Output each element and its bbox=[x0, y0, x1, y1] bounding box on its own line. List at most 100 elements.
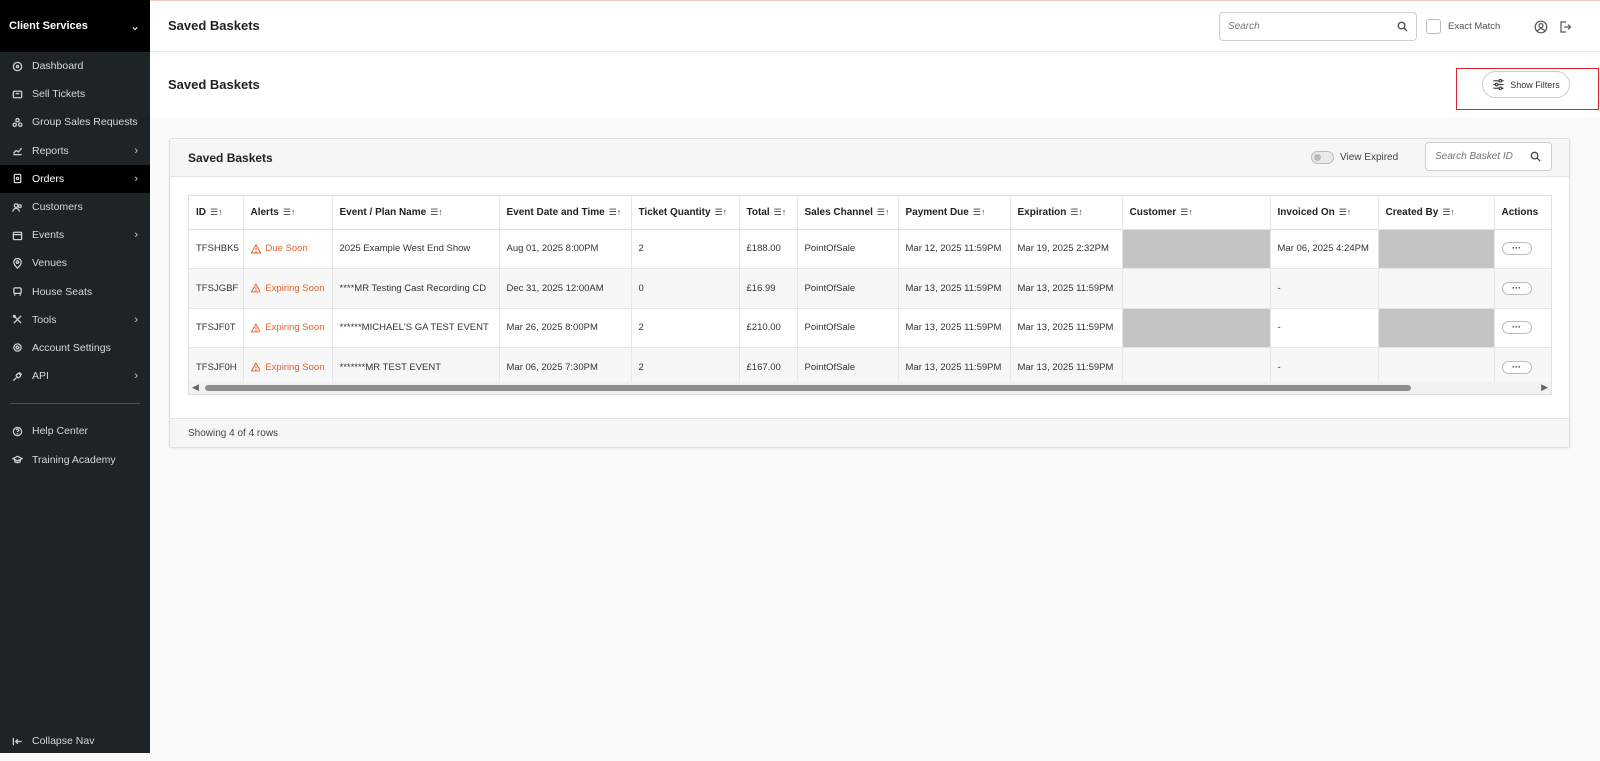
row-actions-button[interactable]: ··· bbox=[1501, 281, 1532, 295]
chevron-down-icon: ⌄ bbox=[129, 19, 140, 33]
search-icon[interactable] bbox=[1397, 21, 1408, 32]
cell-expiration: Mar 13, 2025 11:59PM bbox=[1010, 268, 1123, 309]
col-header-payment-due[interactable]: Payment Due ☰↑ bbox=[898, 196, 1011, 230]
sidebar-item-orders[interactable]: Orders › bbox=[0, 164, 150, 193]
view-expired-toggle[interactable]: View Expired bbox=[1311, 151, 1398, 164]
toggle-knob bbox=[1314, 154, 1321, 161]
col-header-created-by[interactable]: Created By ☰↑ bbox=[1378, 196, 1495, 230]
sidebar-item-api[interactable]: API › bbox=[0, 362, 150, 390]
sort-icon[interactable]: ☰↑ bbox=[283, 207, 296, 217]
baskets-table-container: ID ☰↑ Alerts ☰↑ Event / Plan Name ☰↑ Event … bbox=[188, 195, 1552, 395]
sort-icon[interactable]: ☰↑ bbox=[1070, 207, 1083, 217]
col-header-customer[interactable]: Customer ☰↑ bbox=[1122, 196, 1271, 230]
cell-total: £16.99 bbox=[739, 268, 798, 309]
sidebar-item-reports[interactable]: Reports › bbox=[0, 137, 150, 165]
users-icon bbox=[10, 200, 24, 214]
sort-icon[interactable]: ☰↑ bbox=[210, 207, 223, 217]
sidebar-item-house-seats[interactable]: House Seats bbox=[0, 278, 150, 306]
sort-icon[interactable]: ☰↑ bbox=[877, 207, 890, 217]
cell-event: 2025 Example West End Show bbox=[332, 229, 500, 269]
sidebar-item-label: Account Settings bbox=[32, 341, 111, 354]
help-icon bbox=[10, 424, 24, 438]
scroll-left-arrow-icon[interactable]: ◀ bbox=[192, 382, 199, 393]
col-header-sales-channel[interactable]: Sales Channel ☰↑ bbox=[797, 196, 899, 230]
col-header-label: Event / Plan Name bbox=[339, 206, 427, 218]
col-header-expiration[interactable]: Expiration ☰↑ bbox=[1010, 196, 1123, 230]
row-actions-button[interactable]: ··· bbox=[1501, 242, 1532, 256]
col-header-label: Ticket Quantity bbox=[638, 206, 711, 218]
collapse-nav-label: Collapse Nav bbox=[32, 735, 95, 747]
table-row[interactable]: TFSJGBF Expiring Soon ****MR Testing Cas… bbox=[189, 268, 1551, 309]
cell-alert: Due Soon bbox=[243, 229, 333, 269]
col-header-event-name[interactable]: Event / Plan Name ☰↑ bbox=[332, 196, 500, 230]
cell-created-by-redacted bbox=[1378, 268, 1495, 309]
col-header-label: Sales Channel bbox=[804, 206, 873, 218]
cell-actions: ··· bbox=[1494, 229, 1551, 269]
cell-payment-due: Mar 13, 2025 11:59PM bbox=[898, 268, 1011, 309]
seat-icon bbox=[10, 285, 24, 299]
scrollbar-thumb[interactable] bbox=[205, 385, 1411, 391]
cell-invoiced-on: - bbox=[1270, 268, 1379, 309]
logout-icon[interactable] bbox=[1558, 20, 1572, 34]
sidebar-item-tools[interactable]: Tools › bbox=[0, 306, 150, 334]
col-header-alerts[interactable]: Alerts ☰↑ bbox=[243, 196, 333, 230]
sort-icon[interactable]: ☰↑ bbox=[715, 207, 728, 217]
sidebar-item-label: Training Academy bbox=[32, 453, 116, 466]
col-header-label: Invoiced On bbox=[1277, 206, 1335, 218]
org-switcher[interactable]: Client Services ⌄ bbox=[0, 0, 150, 52]
table-row[interactable]: TFSHBK5 Due Soon 2025 Example West End S… bbox=[189, 229, 1551, 269]
chevron-right-icon: › bbox=[134, 370, 138, 383]
sort-icon[interactable]: ☰↑ bbox=[1180, 207, 1193, 217]
toggle-switch[interactable] bbox=[1311, 151, 1334, 164]
cell-invoiced-on: - bbox=[1270, 308, 1379, 348]
sidebar-item-dashboard[interactable]: Dashboard bbox=[0, 52, 150, 80]
col-header-ticket-quantity[interactable]: Ticket Quantity ☰↑ bbox=[631, 196, 740, 230]
basket-id-search-input[interactable] bbox=[1426, 143, 1526, 170]
sort-icon[interactable]: ☰↑ bbox=[609, 207, 622, 217]
cell-event-date: Aug 01, 2025 8:00PM bbox=[499, 229, 632, 269]
collapse-nav-button[interactable]: Collapse Nav bbox=[0, 729, 150, 753]
sidebar-item-group-sales-requests[interactable]: Group Sales Requests bbox=[0, 108, 150, 136]
global-search-input[interactable] bbox=[1220, 13, 1390, 40]
col-header-event-date[interactable]: Event Date and Time ☰↑ bbox=[499, 196, 632, 230]
cell-invoiced-on: Mar 06, 2025 4:24PM bbox=[1270, 229, 1379, 269]
view-expired-label: View Expired bbox=[1340, 152, 1399, 163]
scroll-right-arrow-icon[interactable]: ▶ bbox=[1541, 382, 1548, 393]
cell-channel: PointOfSale bbox=[797, 268, 899, 309]
gear-icon bbox=[10, 341, 24, 355]
warning-icon bbox=[250, 283, 261, 293]
search-icon[interactable] bbox=[1530, 151, 1541, 162]
sidebar-item-label: Group Sales Requests bbox=[32, 116, 138, 129]
horizontal-scrollbar[interactable]: ◀ ▶ bbox=[189, 382, 1551, 394]
card-header: Saved Baskets View Expired bbox=[170, 139, 1569, 177]
exact-match-checkbox[interactable] bbox=[1426, 19, 1441, 34]
col-header-total[interactable]: Total ☰↑ bbox=[739, 196, 798, 230]
group-icon bbox=[10, 115, 24, 129]
sidebar-item-help-center[interactable]: Help Center bbox=[0, 417, 150, 445]
row-actions-button[interactable]: ··· bbox=[1501, 321, 1532, 335]
sort-icon[interactable]: ☰↑ bbox=[1442, 207, 1455, 217]
sidebar-item-venues[interactable]: Venues bbox=[0, 249, 150, 277]
user-account-icon[interactable] bbox=[1534, 20, 1548, 34]
sidebar-item-account-settings[interactable]: Account Settings bbox=[0, 334, 150, 362]
sidebar-item-training-academy[interactable]: Training Academy bbox=[0, 445, 150, 473]
table-row[interactable]: TFSJF0T Expiring Soon ******MICHAEL'S GA… bbox=[189, 308, 1551, 348]
cell-alert: Expiring Soon bbox=[243, 308, 333, 348]
location-icon bbox=[10, 256, 24, 270]
sidebar-item-label: Help Center bbox=[32, 425, 89, 438]
sidebar-item-sell-tickets[interactable]: Sell Tickets bbox=[0, 80, 150, 108]
plug-icon bbox=[10, 369, 24, 383]
col-header-id[interactable]: ID ☰↑ bbox=[189, 196, 244, 230]
cell-customer-redacted bbox=[1122, 268, 1271, 309]
sort-icon[interactable]: ☰↑ bbox=[1339, 207, 1352, 217]
sidebar-item-events[interactable]: Events › bbox=[0, 221, 150, 249]
row-actions-button[interactable]: ··· bbox=[1501, 360, 1532, 374]
exact-match-toggle[interactable]: Exact Match bbox=[1426, 19, 1500, 34]
sort-icon[interactable]: ☰↑ bbox=[430, 207, 443, 217]
cell-id: TFSJGBF bbox=[189, 268, 244, 309]
chevron-right-icon: › bbox=[134, 229, 138, 242]
col-header-invoiced-on[interactable]: Invoiced On ☰↑ bbox=[1270, 196, 1379, 230]
sort-icon[interactable]: ☰↑ bbox=[973, 207, 986, 217]
sidebar-item-customers[interactable]: Customers bbox=[0, 193, 150, 221]
sort-icon[interactable]: ☰↑ bbox=[774, 207, 787, 217]
